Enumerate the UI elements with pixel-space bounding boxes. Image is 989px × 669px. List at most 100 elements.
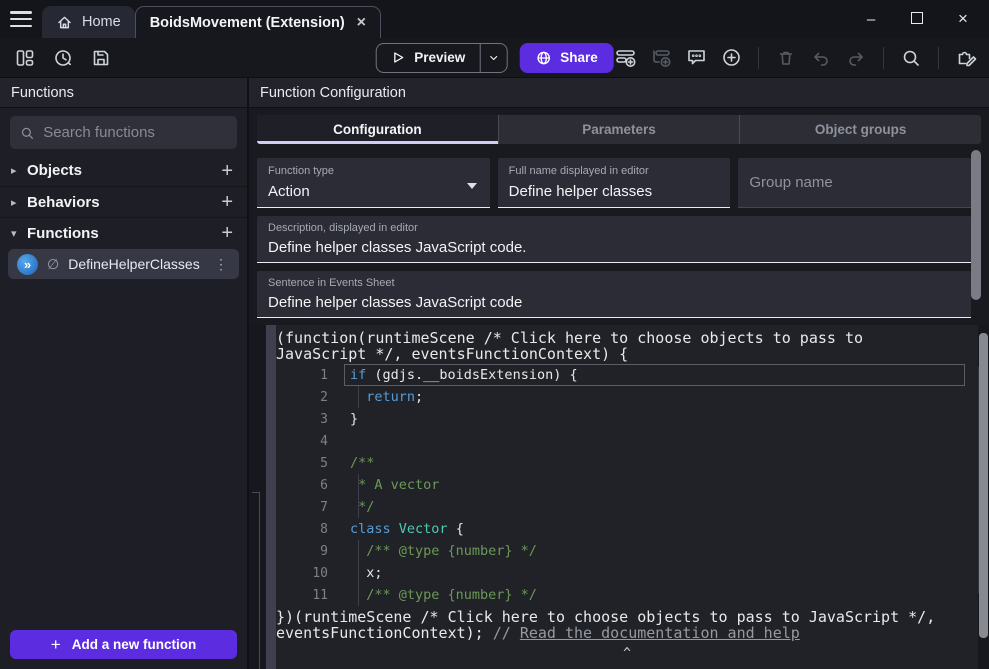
history-icon[interactable]: [52, 47, 74, 69]
search-functions-input[interactable]: [43, 124, 227, 141]
chevron-right-icon[interactable]: ▸: [11, 196, 27, 209]
code-line[interactable]: 10 x;: [276, 562, 978, 584]
tree-label-functions: Functions: [27, 225, 218, 242]
plus-icon: +: [51, 635, 61, 655]
code-text: if (gdjs.__boidsExtension) {: [350, 367, 578, 383]
share-button[interactable]: Share: [519, 43, 614, 73]
code-line[interactable]: 9 /** @type {number} */: [276, 540, 978, 562]
sentence-label: Sentence in Events Sheet: [268, 277, 960, 289]
code-line[interactable]: 6 * A vector: [276, 474, 978, 496]
tab-object-groups[interactable]: Object groups: [739, 115, 981, 144]
description-field[interactable]: Description, displayed in editor Define …: [257, 216, 971, 263]
add-new-function-button[interactable]: + Add a new function: [10, 630, 237, 659]
redo-icon[interactable]: [845, 47, 867, 69]
code-line[interactable]: 3}: [276, 408, 978, 430]
code-text: /** @type {number} */: [350, 543, 537, 559]
edit-extension-icon[interactable]: [955, 47, 977, 69]
preview-button-label: Preview: [414, 50, 465, 65]
line-number: 7: [276, 500, 350, 515]
full-name-label: Full name displayed in editor: [509, 165, 720, 177]
events-sheet: (function(runtimeScene /* Click here to …: [249, 325, 989, 669]
menu-icon: [10, 11, 32, 14]
function-configuration-panel: Function Configuration Configuration Par…: [249, 78, 989, 669]
home-icon: [56, 14, 73, 31]
search-functions-box[interactable]: [10, 116, 237, 149]
fields-row: Function type Action Full name displayed…: [257, 158, 971, 208]
function-item-definehelperclasses[interactable]: » ∅ DefineHelperClasses ⋮: [8, 249, 239, 279]
sentence-field[interactable]: Sentence in Events Sheet Define helper c…: [257, 271, 971, 318]
sidebar-item-behaviors[interactable]: ▸ Behaviors +: [0, 186, 247, 217]
sidebar-item-objects[interactable]: ▸ Objects +: [0, 155, 247, 186]
function-type-select[interactable]: Function type Action: [257, 158, 490, 208]
function-icon: »: [17, 254, 38, 275]
line-number: 9: [276, 544, 350, 559]
event-drag-handle[interactable]: [266, 325, 276, 669]
sidebar-header: Functions: [0, 78, 247, 108]
close-button[interactable]: ×: [955, 9, 971, 29]
code-lines: 1if (gdjs.__boidsExtension) {2 return;3}…: [276, 364, 978, 606]
function-type-label: Function type: [268, 165, 479, 177]
line-number: 10: [276, 566, 350, 581]
share-button-label: Share: [560, 50, 598, 65]
add-subevent-icon[interactable]: [650, 47, 672, 69]
tab-extension[interactable]: BoidsMovement (Extension) ×: [135, 6, 381, 38]
undo-icon[interactable]: [810, 47, 832, 69]
description-value: Define helper classes JavaScript code.: [268, 239, 960, 256]
full-name-value: Define helper classes: [509, 183, 720, 200]
minimize-button[interactable]: –: [863, 11, 879, 28]
delete-icon[interactable]: [775, 47, 797, 69]
code-line[interactable]: 7 */: [276, 496, 978, 518]
preview-button[interactable]: Preview: [375, 43, 507, 73]
code-text: }: [350, 411, 358, 427]
js-code-editor[interactable]: (function(runtimeScene /* Click here to …: [276, 325, 978, 669]
expand-caret-icon[interactable]: ^: [276, 646, 978, 661]
add-function-tree-button[interactable]: +: [218, 223, 236, 243]
save-icon[interactable]: [90, 47, 112, 69]
add-event-icon[interactable]: [615, 47, 637, 69]
search-icon[interactable]: [900, 47, 922, 69]
code-scrollbar[interactable]: [979, 333, 988, 638]
group-name-field[interactable]: Group name: [738, 158, 971, 208]
globe-icon: [535, 50, 551, 66]
toolbar-center-group: Preview Share: [375, 43, 614, 73]
item-menu-icon[interactable]: ⋮: [212, 256, 230, 273]
tree-label-behaviors: Behaviors: [27, 194, 218, 211]
chevron-right-icon[interactable]: ▸: [11, 164, 27, 177]
add-comment-icon[interactable]: [685, 47, 707, 69]
code-line[interactable]: 4: [276, 430, 978, 452]
sentence-value: Define helper classes JavaScript code: [268, 294, 960, 311]
form-scrollbar[interactable]: [971, 150, 981, 300]
code-line[interactable]: 2 return;: [276, 386, 978, 408]
code-line[interactable]: 8class Vector {: [276, 518, 978, 540]
main-title: Function Configuration: [260, 85, 406, 101]
main-header: Function Configuration: [249, 78, 989, 108]
add-object-button[interactable]: +: [218, 161, 236, 181]
tab-configuration[interactable]: Configuration: [257, 115, 498, 144]
editors-layout-icon[interactable]: [14, 47, 36, 69]
code-line[interactable]: 11 /** @type {number} */: [276, 584, 978, 606]
preview-dropdown-button[interactable]: [479, 44, 506, 72]
tab-home[interactable]: Home: [42, 6, 135, 38]
tab-close-icon[interactable]: ×: [357, 15, 366, 31]
sidebar-item-functions[interactable]: ▾ Functions +: [0, 217, 247, 248]
app-window: Home BoidsMovement (Extension) × – ×: [0, 0, 989, 669]
tab-parameters[interactable]: Parameters: [498, 115, 740, 144]
code-line[interactable]: 5/**: [276, 452, 978, 474]
full-name-field[interactable]: Full name displayed in editor Define hel…: [498, 158, 731, 208]
chevron-down-icon: [487, 52, 499, 64]
code-line[interactable]: 1if (gdjs.__boidsExtension) {: [276, 364, 978, 386]
add-circle-icon[interactable]: [720, 47, 742, 69]
event-bracket: [259, 492, 260, 669]
js-code-header[interactable]: (function(runtimeScene /* Click here to …: [276, 325, 951, 362]
js-code-footer[interactable]: })(runtimeScene /* Click here to choose …: [276, 609, 951, 641]
add-new-function-label: Add a new function: [72, 637, 197, 652]
line-number: 11: [276, 588, 350, 603]
documentation-link[interactable]: Read the documentation and help: [520, 624, 800, 642]
main-menu-button[interactable]: [10, 11, 32, 27]
chevron-down-icon[interactable]: ▾: [11, 227, 27, 240]
maximize-button[interactable]: [911, 12, 923, 24]
line-number: 2: [276, 390, 350, 405]
add-behavior-button[interactable]: +: [218, 192, 236, 212]
code-text: return;: [350, 389, 423, 405]
code-text: * A vector: [350, 477, 439, 493]
